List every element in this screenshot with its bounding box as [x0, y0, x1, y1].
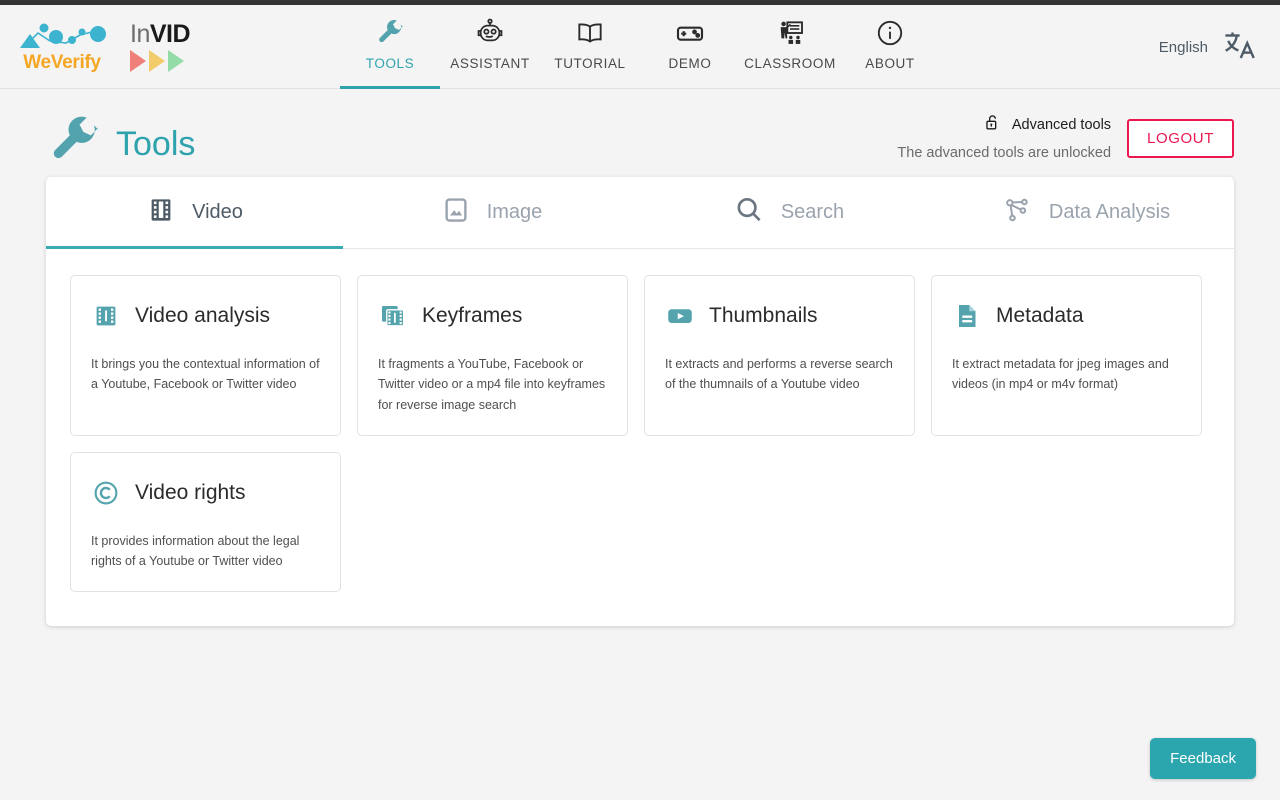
- nav-label-classroom: CLASSROOM: [744, 56, 836, 71]
- tool-card-head: Thumbnails: [665, 294, 894, 338]
- nav-item-about[interactable]: ABOUT: [840, 5, 940, 89]
- tool-card-title: Video rights: [135, 481, 246, 505]
- tool-card-head: Keyframes: [378, 294, 607, 338]
- gamepad-icon: [674, 16, 706, 50]
- weverify-wordmark: WeVerify: [23, 53, 101, 72]
- tool-card-metadata[interactable]: Metadata It extract metadata for jpeg im…: [931, 275, 1202, 436]
- tab-label-search: Search: [781, 201, 844, 224]
- tab-video[interactable]: Video: [46, 177, 343, 248]
- film-strip-icon: [146, 195, 176, 230]
- nav-item-demo[interactable]: DEMO: [640, 5, 740, 89]
- graph-nodes-icon: [1001, 194, 1033, 231]
- language-label: English: [1159, 39, 1208, 56]
- tool-card-title: Metadata: [996, 304, 1084, 328]
- unlock-icon[interactable]: [983, 113, 1002, 137]
- page-content: Tools Advanced tools: [0, 89, 1280, 626]
- film-stack-icon: [378, 300, 408, 332]
- invid-logo[interactable]: InVID: [130, 22, 190, 72]
- invid-wordmark-in: In: [130, 20, 150, 48]
- tool-card-thumbnails[interactable]: Thumbnails It extracts and performs a re…: [644, 275, 915, 436]
- page-title-group: Tools: [46, 113, 195, 174]
- weverify-logo[interactable]: WeVerify: [16, 21, 108, 72]
- tab-label-image: Image: [487, 201, 543, 224]
- copyright-icon: [91, 477, 121, 509]
- advanced-tools-title: Advanced tools: [1012, 117, 1111, 133]
- advanced-tools-block: Advanced tools The advanced tools are un…: [897, 105, 1234, 161]
- classroom-icon: [774, 16, 806, 50]
- advanced-tools-texts: Advanced tools The advanced tools are un…: [897, 105, 1111, 161]
- tool-card-head: Video rights: [91, 471, 320, 515]
- tools-panel: Video Image: [46, 177, 1234, 626]
- page-title: Tools: [116, 127, 195, 161]
- tool-card-title: Thumbnails: [709, 304, 818, 328]
- advanced-tools-row: Advanced tools: [983, 113, 1111, 137]
- nav-label-demo: DEMO: [669, 56, 712, 71]
- invid-wordmark: InVID: [130, 22, 190, 47]
- nav-label-assistant: ASSISTANT: [450, 56, 529, 71]
- weverify-graph-icon: [16, 21, 108, 51]
- invid-arrow-red: [130, 50, 146, 72]
- tools-tab-bar: Video Image: [46, 177, 1234, 249]
- translate-icon: [1220, 26, 1258, 69]
- tab-search[interactable]: Search: [640, 177, 937, 248]
- tools-header: Tools Advanced tools: [0, 89, 1280, 177]
- tool-card-description: It extract metadata for jpeg images and …: [952, 354, 1181, 395]
- invid-wordmark-vid: VID: [150, 20, 190, 48]
- tool-card-description: It extracts and performs a reverse searc…: [665, 354, 894, 395]
- nav-item-tutorial[interactable]: TUTORIAL: [540, 5, 640, 89]
- nav-label-tools: TOOLS: [366, 56, 415, 71]
- tool-card-description: It provides information about the legal …: [91, 531, 320, 572]
- invid-arrows: [130, 50, 184, 72]
- tool-card-head: Video analysis: [91, 294, 320, 338]
- book-icon: [574, 16, 606, 50]
- wrench-icon: [46, 113, 102, 174]
- nav-label-tutorial: TUTORIAL: [554, 56, 625, 71]
- tool-card-head: Metadata: [952, 294, 1181, 338]
- tool-card-grid: Video analysis It brings you the context…: [46, 249, 1234, 626]
- nav-item-classroom[interactable]: CLASSROOM: [740, 5, 840, 89]
- app-root: WeVerify InVID: [0, 0, 1280, 800]
- invid-arrow-green: [168, 50, 184, 72]
- film-strip-icon: [91, 301, 121, 331]
- document-icon: [952, 301, 982, 331]
- tool-card-description: It brings you the contextual information…: [91, 354, 320, 395]
- magnifier-icon: [733, 194, 765, 231]
- app-header: WeVerify InVID: [0, 5, 1280, 89]
- main-navigation: TOOLS ASSISTANT: [340, 5, 940, 89]
- tool-card-video-rights[interactable]: Video rights It provides information abo…: [70, 452, 341, 593]
- logout-button[interactable]: LOGOUT: [1127, 119, 1234, 158]
- info-icon: [874, 16, 906, 50]
- tool-card-title: Keyframes: [422, 304, 522, 328]
- tool-card-video-analysis[interactable]: Video analysis It brings you the context…: [70, 275, 341, 436]
- advanced-tools-status: The advanced tools are unlocked: [897, 145, 1111, 161]
- youtube-play-icon: [665, 300, 695, 332]
- tab-data-analysis[interactable]: Data Analysis: [937, 177, 1234, 248]
- tab-label-data-analysis: Data Analysis: [1049, 201, 1170, 224]
- nav-item-assistant[interactable]: ASSISTANT: [440, 5, 540, 89]
- brand-logos: WeVerify InVID: [0, 21, 330, 72]
- nav-label-about: ABOUT: [865, 56, 915, 71]
- tool-card-title: Video analysis: [135, 304, 270, 328]
- feedback-button[interactable]: Feedback: [1150, 738, 1256, 779]
- invid-arrow-yellow: [149, 50, 165, 72]
- wrench-icon: [375, 16, 405, 50]
- nav-item-tools[interactable]: TOOLS: [340, 5, 440, 89]
- picture-icon: [441, 195, 471, 230]
- tab-image[interactable]: Image: [343, 177, 640, 248]
- tab-label-video: Video: [192, 201, 243, 224]
- language-selector[interactable]: English: [1159, 5, 1258, 89]
- robot-icon: [474, 16, 506, 50]
- tool-card-keyframes[interactable]: Keyframes It fragments a YouTube, Facebo…: [357, 275, 628, 436]
- tool-card-description: It fragments a YouTube, Facebook or Twit…: [378, 354, 607, 415]
